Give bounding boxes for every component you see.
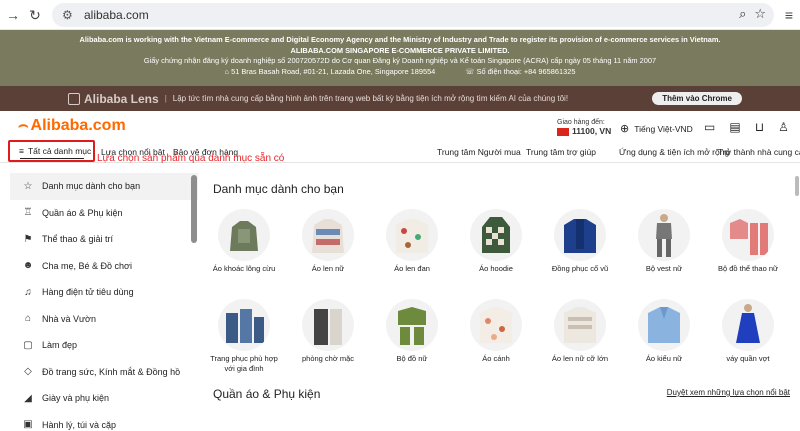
category-sidebar: ☆ Danh mục dành cho bạn ♖ Quần áo & Phụ … [10,173,198,431]
category-image [218,299,270,351]
cart-icon[interactable]: ⊔ [755,120,764,134]
phone-text: ☏ Số điện thoại: +84 965861325 [465,66,576,76]
sidebar-scrollbar[interactable] [191,175,197,243]
dress-icon: ♖ [23,207,33,219]
legal-notice-banner: Alibaba.com is working with the Vietnam … [0,30,800,86]
notice-line-2: ALIBABA.COM SINGAPORE E-COMMERCE PRIVATE… [290,45,510,55]
alibaba-lens-logo: Alibaba Lens [68,92,159,106]
globe-icon: ⊕ [620,123,630,135]
category-image [218,209,270,261]
nav-become-supplier[interactable]: Trở thành nhà cung cấp [718,147,800,157]
sports-icon: ⚑ [23,233,33,245]
category-card[interactable]: Bộ đồ thể thao nữ [713,209,783,274]
page-scrollbar[interactable] [795,176,799,196]
category-card[interactable]: phòng chờ mặc [293,299,363,364]
site-settings-icon[interactable]: ⚙ [62,8,76,22]
sidebar-item-home-garden[interactable]: ⌂ Nhà và Vườn [10,306,198,333]
bookmark-star-icon[interactable]: ☆ [754,6,766,22]
category-image [302,299,354,351]
category-image [386,209,438,261]
category-card[interactable]: Áo hoodie [461,209,531,274]
category-image [470,209,522,261]
headphones-icon: ♫ [24,286,32,298]
sidebar-item-luggage[interactable]: ▣ Hành lý, túi và cặp [10,412,198,431]
user-icon[interactable]: ♙ [778,120,789,134]
category-card[interactable]: Áo khoác lông cừu [209,209,279,274]
sidebar-item-baby-toys[interactable]: ☻ Cha mẹ, Bé & Đồ chơi [10,253,198,280]
category-image [302,209,354,261]
lens-promo-text: Lập tức tìm nhà cung cấp bằng hình ảnh t… [172,94,569,103]
nav-apps-extensions[interactable]: Ứng dụng & tiện ích mở rộng [619,147,729,157]
beauty-icon: ▢ [23,339,33,351]
all-categories-button[interactable]: ≡ Tất cả danh mục [8,140,95,162]
language-selector[interactable]: ⊕ Tiếng Việt-VND [620,122,693,135]
url-text: alibaba.com [84,8,149,22]
zoom-icon[interactable]: ⌕ [739,6,746,22]
forward-icon[interactable]: → [2,4,24,26]
sidebar-item-sports[interactable]: ⚑ Thể thao & giải trí [10,226,198,253]
alibaba-lens-banner: Alibaba Lens | Lập tức tìm nhà cung cấp … [0,86,800,111]
sidebar-item-apparel[interactable]: ♖ Quần áo & Phụ kiện [10,200,198,227]
address-text: ⌂ 51 Bras Basah Road, #01-21, Lazada One… [224,66,436,76]
sidebar-item-electronics[interactable]: ♫ Hàng điện tử tiêu dùng [10,279,198,306]
lens-icon [68,92,80,105]
category-image [554,209,606,261]
nav-buyer-center[interactable]: Trung tâm Người mua [437,147,521,157]
category-image [386,299,438,351]
category-image [638,209,690,261]
notice-line-1: Alibaba.com is working with the Vietnam … [79,35,721,44]
category-card[interactable]: Bộ vest nữ [629,209,699,274]
browse-featured-link[interactable]: Duyệt xem những lựa chọn nổi bật [667,388,790,397]
category-image [470,299,522,351]
bear-icon: ☻ [22,260,34,272]
browser-toolbar: → ↻ ⚙ alibaba.com ⌕ ☆ ≡ [0,0,800,30]
category-image [638,299,690,351]
orders-icon[interactable]: ▤ [729,120,740,134]
sidebar-item-beauty[interactable]: ▢ Làm đẹp [10,332,198,359]
category-card[interactable]: Đồng phục cổ vũ [545,209,615,274]
category-card[interactable]: Áo len nữ [293,209,363,274]
alibaba-mark-icon: ⌢ [18,117,29,134]
add-to-chrome-button[interactable]: Thêm vào Chrome [652,92,742,105]
star-icon: ☆ [23,180,33,192]
category-card[interactable]: Áo kiểu nữ [629,299,699,364]
category-card[interactable]: Trang phục phù hợp với gia đình [209,299,279,374]
site-header: ⌢ Alibaba.com Giao hàng đến: 11100, VN ⊕… [0,111,800,141]
category-card[interactable]: Bộ đồ nữ [377,299,447,364]
sidebar-item-jewelry[interactable]: ◇ Đồ trang sức, Kính mắt & Đồng hồ [10,359,198,386]
deliver-to[interactable]: Giao hàng đến: 11100, VN [557,118,611,136]
category-card[interactable]: Áo len nữ cỡ lớn [545,299,615,364]
menu-icon: ≡ [19,146,24,156]
category-image [554,299,606,351]
diamond-icon: ◇ [24,366,32,378]
nav-help-center[interactable]: Trung tâm trợ giúp [526,147,596,157]
sidebar-item-shoes[interactable]: ◢ Giày và phụ kiện [10,385,198,412]
notice-line-3: Giấy chứng nhận đăng ký doanh nghiệp số … [143,56,657,65]
reload-icon[interactable]: ↻ [24,4,46,26]
section-title-for-you: Danh mục dành cho bạn [213,182,344,196]
sidebar-item-for-you[interactable]: ☆ Danh mục dành cho bạn [10,173,198,200]
category-card[interactable]: Áo len đan [377,209,447,274]
alibaba-logo[interactable]: ⌢ Alibaba.com [18,117,126,135]
home-icon: ⌂ [24,313,32,325]
category-card[interactable]: váy quần vợt [713,299,783,364]
category-card[interactable]: Áo cánh [461,299,531,364]
category-image [722,299,774,351]
bag-icon: ▣ [23,419,33,431]
message-icon[interactable]: ▭ [704,120,715,134]
shoe-icon: ◢ [24,392,32,404]
section-title-apparel: Quần áo & Phụ kiện [213,387,321,401]
address-bar[interactable]: ⚙ alibaba.com ⌕ ☆ [52,3,774,27]
annotation-text: Lựa chọn sản phẩm qua danh mục sẵn có [97,153,285,164]
browser-menu-icon[interactable]: ≡ [778,4,800,26]
category-image [722,209,774,261]
vietnam-flag-icon [557,127,569,136]
